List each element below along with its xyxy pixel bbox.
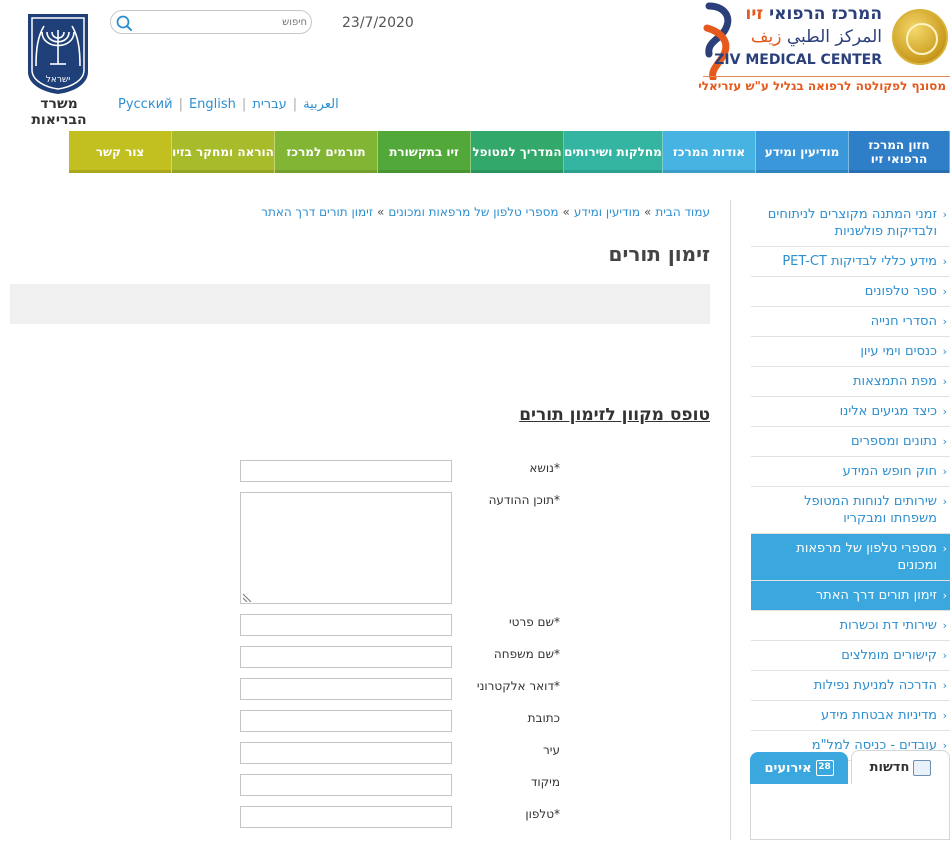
accreditation-seal-icon bbox=[892, 9, 948, 65]
lang-arabic[interactable]: العربية bbox=[303, 97, 339, 112]
logo-english-name: ZIV MEDICAL CENTER bbox=[714, 52, 882, 68]
sidebar-item-8[interactable]: חוק חופש המידע bbox=[751, 457, 950, 487]
resize-grip-icon[interactable] bbox=[242, 592, 252, 602]
logo-divider bbox=[703, 76, 950, 77]
sidebar-item-7[interactable]: נתונים ומספרים bbox=[751, 427, 950, 457]
message-label: *תוכן ההודעה bbox=[488, 493, 560, 507]
nav-tab-6[interactable]: תורמים למרכז bbox=[275, 131, 378, 173]
logo-arabic-name: المركز الطبي زيف bbox=[750, 27, 882, 47]
ministry-of-health-logo[interactable]: ישראל משרד הבריאות bbox=[14, 8, 104, 128]
news-events-widget: 28 אירועים חדשות bbox=[750, 750, 950, 840]
logo-tagline: מסונף לפקולטה לרפואה בגליל ע"ש עזריאלי bbox=[698, 79, 946, 93]
current-date: 23/7/2020 bbox=[342, 15, 414, 31]
phone-field[interactable] bbox=[240, 806, 452, 828]
sidebar-item-4[interactable]: כנסים וימי עיון bbox=[751, 337, 950, 367]
search-icon[interactable] bbox=[115, 14, 133, 32]
sidebar-menu: זמני המתנה מקוצרים לניתוחים ולבדיקות פול… bbox=[751, 200, 950, 761]
breadcrumb-separator: » bbox=[377, 205, 385, 219]
search-input[interactable] bbox=[137, 14, 307, 30]
newspaper-icon bbox=[913, 759, 932, 776]
tab-news[interactable]: חדשות bbox=[851, 750, 950, 784]
sidebar-item-6[interactable]: כיצד מגיעים אלינו bbox=[751, 397, 950, 427]
ministry-label: משרד הבריאות bbox=[31, 96, 87, 128]
main-navigation: חזון המרכז הרפואי זיו מודיעין ומידע אודות … bbox=[18, 131, 950, 173]
message-field[interactable] bbox=[240, 492, 452, 604]
nav-tab-0[interactable]: חזון המרכז הרפואי זיו bbox=[849, 131, 950, 173]
subject-field[interactable] bbox=[240, 460, 452, 482]
breadcrumb-current[interactable]: זימון תורים דרך האתר bbox=[261, 205, 373, 219]
last-name-field[interactable] bbox=[240, 646, 452, 668]
content-band bbox=[10, 284, 710, 324]
first-name-field[interactable] bbox=[240, 614, 452, 636]
breadcrumb-info[interactable]: מודיעין ומידע bbox=[574, 205, 640, 219]
tab-news-label: חדשות bbox=[869, 760, 910, 775]
city-label: עיר bbox=[543, 743, 560, 757]
breadcrumb-home[interactable]: עמוד הבית bbox=[655, 205, 710, 219]
breadcrumb: עמוד הבית»מודיעין ומידע»מספרי טלפון של מ… bbox=[261, 205, 710, 219]
first-name-label: *שם פרטי bbox=[508, 615, 560, 629]
page-title: זימון תורים bbox=[608, 242, 710, 266]
sidebar-item-0[interactable]: זמני המתנה מקוצרים לניתוחים ולבדיקות פול… bbox=[751, 200, 950, 247]
nav-tab-5[interactable]: זיו בתקשורת bbox=[378, 131, 471, 173]
email-field[interactable] bbox=[240, 678, 452, 700]
lang-separator: | bbox=[178, 97, 183, 112]
sidebar-item-1[interactable]: מידע כללי לבדיקות PET-CT bbox=[751, 247, 950, 277]
lang-separator: | bbox=[241, 97, 247, 112]
lang-hebrew[interactable]: עברית bbox=[252, 97, 286, 112]
sidebar-item-15[interactable]: מדיניות אבטחת מידע bbox=[751, 701, 950, 731]
language-switcher: Русский | English | العربية | עברית bbox=[118, 97, 339, 112]
sidebar-item-14[interactable]: הדרכה למניעת נפילות bbox=[751, 671, 950, 701]
sidebar: זמני המתנה מקוצרים לניתוחים ולבדיקות פול… bbox=[730, 200, 950, 840]
logo-swoosh-icon bbox=[703, 2, 732, 80]
lang-russian[interactable]: Русский bbox=[118, 97, 173, 112]
zip-label: מיקוד bbox=[530, 775, 560, 789]
nav-tab-4[interactable]: המדריך למטופל bbox=[471, 131, 564, 173]
sidebar-item-5[interactable]: מפת התמצאות bbox=[751, 367, 950, 397]
nav-tab-2[interactable]: אודות המרכז bbox=[663, 131, 756, 173]
zip-field[interactable] bbox=[240, 774, 452, 796]
nav-tab-1[interactable]: מודיעין ומידע bbox=[756, 131, 849, 173]
tab-events[interactable]: 28 אירועים bbox=[750, 752, 848, 784]
form-title: טופס מקוון לזימון תורים bbox=[519, 405, 710, 425]
last-name-label: *שם משפחה bbox=[493, 647, 560, 661]
emblem-text: ישראל bbox=[46, 75, 71, 85]
subject-label: *נושא bbox=[529, 461, 560, 475]
sidebar-item-9[interactable]: שירותים לנוחות המטופל משפחתו ומבקריו bbox=[751, 487, 950, 534]
nav-tab-7[interactable]: הוראה ומחקר בזיו bbox=[172, 131, 275, 173]
lang-separator: | bbox=[292, 97, 298, 112]
nav-tab-8[interactable]: צור קשר bbox=[69, 131, 172, 173]
ziv-logo[interactable]: המרכז הרפואי זיו المركز الطبي زيف ZIV ME… bbox=[698, 0, 950, 98]
address-field[interactable] bbox=[240, 710, 452, 732]
news-panel bbox=[750, 784, 950, 840]
sidebar-item-13[interactable]: קישורים מומלצים bbox=[751, 641, 950, 671]
sidebar-item-12[interactable]: שירותי דת וכשרות bbox=[751, 611, 950, 641]
phone-label: *טלפון bbox=[525, 807, 560, 821]
address-label: כתובת bbox=[527, 711, 560, 725]
sidebar-item-3[interactable]: הסדרי חנייה bbox=[751, 307, 950, 337]
nav-tab-3[interactable]: מחלקות ושירותים bbox=[564, 131, 663, 173]
breadcrumb-separator: » bbox=[644, 205, 652, 219]
breadcrumb-phones[interactable]: מספרי טלפון של מרפאות ומכונים bbox=[388, 205, 558, 219]
logo-hebrew-name: המרכז הרפואי זיו bbox=[745, 4, 882, 24]
sidebar-item-11[interactable]: זימון תורים דרך האתר bbox=[751, 581, 950, 611]
city-field[interactable] bbox=[240, 742, 452, 764]
search-box[interactable] bbox=[110, 10, 312, 34]
sidebar-item-2[interactable]: ספר טלפונים bbox=[751, 277, 950, 307]
lang-english[interactable]: English bbox=[189, 97, 236, 112]
israel-emblem-icon: ישראל bbox=[28, 14, 88, 94]
calendar-icon: 28 bbox=[815, 760, 834, 776]
sidebar-item-10[interactable]: מספרי טלפון של מרפאות ומכונים bbox=[751, 534, 950, 581]
tab-events-label: אירועים bbox=[764, 760, 812, 776]
email-label: *דואר אלקטרוני bbox=[476, 679, 560, 693]
breadcrumb-separator: » bbox=[562, 205, 570, 219]
